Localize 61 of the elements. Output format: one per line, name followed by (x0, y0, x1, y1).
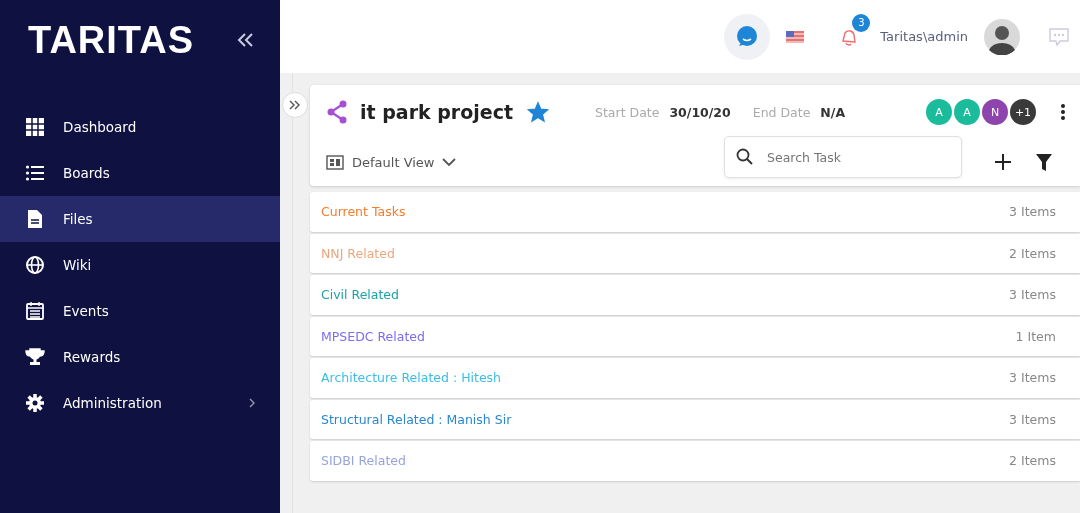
folder-row[interactable]: Civil Related 3 Items (310, 275, 1080, 315)
folder-name[interactable]: SIDBI Related (321, 453, 406, 469)
calendar-icon (25, 301, 45, 321)
caret-icon (442, 157, 457, 167)
logo: TARITAS (28, 18, 194, 62)
expand-button[interactable] (282, 92, 308, 118)
search-icon (736, 148, 753, 165)
double-chevron-icon (289, 100, 301, 110)
collapse-icon[interactable] (236, 32, 254, 48)
grid-icon (25, 117, 45, 137)
member-avatar[interactable]: +1 (1010, 99, 1036, 125)
star-icon[interactable] (527, 101, 550, 123)
sidebar-item[interactable]: Events (0, 288, 280, 334)
chat-bubble-icon (736, 25, 759, 48)
folder-row[interactable]: NNJ Related 2 Items (310, 233, 1080, 273)
folder-name[interactable]: Structural Related : Manish Sir (321, 411, 512, 427)
member-avatar[interactable]: A (926, 99, 952, 125)
item-count: 1 Item (1015, 328, 1056, 344)
member-avatar[interactable]: N (982, 99, 1008, 125)
username[interactable]: Taritas\admin (880, 29, 968, 44)
item-count: 3 Items (1009, 204, 1056, 220)
item-count: 2 Items (1009, 245, 1056, 261)
search-field[interactable]: Search Task (724, 136, 962, 178)
sidebar-item[interactable]: Wiki (0, 242, 280, 288)
member-avatar[interactable]: A (954, 99, 980, 125)
sidebar-item[interactable]: Administration (0, 380, 280, 426)
end-date: N/A (820, 104, 846, 120)
start-date-label: Start Date (595, 104, 660, 120)
sidebar-item[interactable]: Dashboard (0, 104, 280, 150)
view-dropdown[interactable]: Default View (326, 154, 457, 170)
folder-name[interactable]: MPSEDC Related (321, 328, 425, 344)
folder-row[interactable]: SIDBI Related 2 Items (310, 441, 1080, 481)
folder-name[interactable]: Civil Related (321, 287, 399, 303)
sidebar-item[interactable]: Boards (0, 150, 280, 196)
trophy-icon (25, 347, 45, 367)
globe-icon (25, 255, 45, 275)
folder-name[interactable]: Architecture Related : Hitesh (321, 370, 502, 386)
sidebar-item[interactable]: Rewards (0, 334, 280, 380)
folder-row[interactable]: MPSEDC Related 1 Item (310, 316, 1080, 356)
sidebar-item[interactable]: Files (0, 196, 280, 242)
folder-row[interactable]: Structural Related : Manish Sir 3 Items (310, 399, 1080, 439)
flag-icon[interactable] (786, 30, 805, 43)
avatar[interactable] (984, 18, 1020, 55)
layout-icon (326, 154, 344, 170)
gear-icon (25, 393, 45, 413)
item-count: 3 Items (1009, 411, 1056, 427)
folder-row[interactable]: Current Tasks 3 Items (310, 192, 1080, 232)
item-count: 2 Items (1009, 453, 1056, 469)
share-icon[interactable] (326, 100, 348, 124)
list-icon (25, 163, 45, 183)
folder-name[interactable]: NNJ Related (321, 245, 395, 261)
folder-row[interactable]: Architecture Related : Hitesh 3 Items (310, 358, 1080, 398)
start-date: 30/10/20 (669, 104, 731, 120)
folder-name[interactable]: Current Tasks (321, 204, 406, 220)
item-count: 3 Items (1009, 370, 1056, 386)
file-icon (25, 209, 45, 229)
more-icon[interactable] (1060, 103, 1066, 121)
notification-badge: 3 (852, 13, 871, 32)
project-title: it park project (360, 101, 514, 123)
end-date-label: End Date (752, 104, 811, 120)
item-count: 3 Items (1009, 287, 1056, 303)
